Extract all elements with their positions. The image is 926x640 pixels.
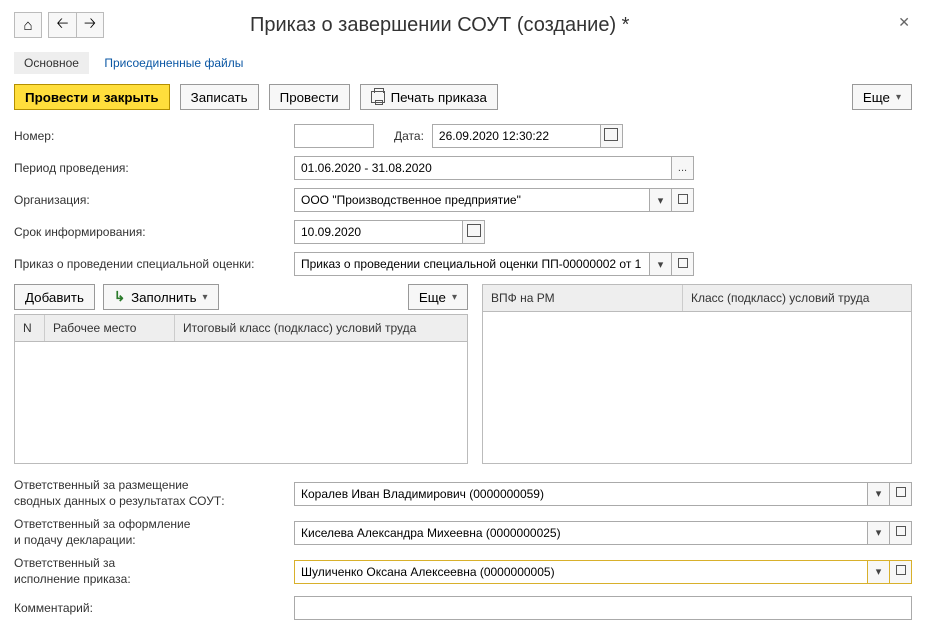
inform-deadline-input[interactable]: [294, 220, 463, 244]
post-button[interactable]: Провести: [269, 84, 350, 110]
open-icon: [678, 194, 688, 207]
resp-execution-dropdown-button[interactable]: [868, 560, 890, 584]
more-label: Еще: [863, 90, 890, 105]
resp-summary-dropdown-button[interactable]: [868, 482, 890, 506]
resp-summary-open-button[interactable]: [890, 482, 912, 506]
ellipsis-icon: ...: [678, 162, 687, 174]
fill-button[interactable]: ↳ Заполнить: [103, 284, 219, 310]
col-result-class-header[interactable]: Итоговый класс (подкласс) условий труда: [175, 315, 467, 341]
resp-execution-open-button[interactable]: [890, 560, 912, 584]
resp-summary-input[interactable]: [294, 482, 868, 506]
home-icon: ⌂: [23, 17, 32, 34]
resp-declaration-label: Ответственный за оформление и подачу дек…: [14, 517, 294, 548]
print-order-button[interactable]: Печать приказа: [360, 84, 498, 110]
inform-calendar-button[interactable]: [463, 220, 485, 244]
period-select-button[interactable]: ...: [672, 156, 694, 180]
arrow-left-icon: 🡠: [56, 13, 68, 38]
resp-execution-line2: исполнение приказа:: [14, 572, 131, 586]
close-button[interactable]: ✕: [898, 14, 910, 31]
home-button[interactable]: ⌂: [14, 12, 42, 38]
open-icon: [896, 526, 906, 539]
calendar-icon: [604, 128, 618, 144]
workplaces-table[interactable]: N Рабочее место Итоговый класс (подкласс…: [14, 314, 468, 464]
table-more-label: Еще: [419, 290, 446, 305]
resp-summary-line2: сводных данных о результатах СОУТ:: [14, 494, 225, 508]
resp-summary-label: Ответственный за размещение сводных данн…: [14, 478, 294, 509]
col-vpf-header[interactable]: ВПФ на РМ: [483, 285, 683, 311]
fill-label: Заполнить: [131, 290, 196, 305]
resp-execution-line1: Ответственный за: [14, 556, 115, 570]
number-input[interactable]: [294, 124, 374, 148]
window-title: Приказ о завершении СОУТ (создание) *: [250, 14, 629, 37]
organization-open-button[interactable]: [672, 188, 694, 212]
print-label: Печать приказа: [391, 90, 487, 105]
resp-declaration-open-button[interactable]: [890, 521, 912, 545]
number-label: Номер:: [14, 129, 294, 143]
assessment-order-label: Приказ о проведении специальной оценки:: [14, 257, 294, 271]
forward-button[interactable]: 🡢: [76, 12, 104, 38]
date-input[interactable]: [432, 124, 601, 148]
hazard-factors-table[interactable]: ВПФ на РМ Класс (подкласс) условий труда: [482, 284, 912, 464]
resp-execution-input[interactable]: [294, 560, 868, 584]
fill-arrow-icon: ↳: [114, 289, 125, 305]
more-button[interactable]: Еще: [852, 84, 912, 110]
printer-icon: [371, 91, 385, 103]
add-row-button[interactable]: Добавить: [14, 284, 95, 310]
period-label: Период проведения:: [14, 161, 294, 175]
col-workplace-header[interactable]: Рабочее место: [45, 315, 175, 341]
resp-declaration-dropdown-button[interactable]: [868, 521, 890, 545]
period-input[interactable]: [294, 156, 672, 180]
close-icon: ✕: [898, 14, 910, 30]
organization-input[interactable]: [294, 188, 650, 212]
open-icon: [678, 258, 688, 271]
table-more-button[interactable]: Еще: [408, 284, 468, 310]
open-icon: [896, 487, 906, 500]
resp-declaration-line2: и подачу декларации:: [14, 533, 136, 547]
comment-label: Комментарий:: [14, 601, 294, 615]
resp-summary-line1: Ответственный за размещение: [14, 478, 189, 492]
assessment-order-open-button[interactable]: [672, 252, 694, 276]
resp-execution-label: Ответственный за исполнение приказа:: [14, 556, 294, 587]
inform-deadline-label: Срок информирования:: [14, 225, 294, 239]
date-label: Дата:: [394, 129, 424, 143]
col-n-header[interactable]: N: [15, 315, 45, 341]
resp-declaration-input[interactable]: [294, 521, 868, 545]
comment-input[interactable]: [294, 596, 912, 620]
tab-main[interactable]: Основное: [14, 52, 89, 74]
organization-label: Организация:: [14, 193, 294, 207]
date-calendar-button[interactable]: [601, 124, 623, 148]
tab-attached-files[interactable]: Присоединенные файлы: [104, 56, 243, 70]
calendar-icon: [467, 224, 481, 240]
col-conditions-class-header[interactable]: Класс (подкласс) условий труда: [683, 285, 911, 311]
post-and-close-button[interactable]: Провести и закрыть: [14, 84, 170, 110]
hazard-factors-table-body: [483, 312, 911, 462]
arrow-right-icon: 🡢: [84, 13, 96, 38]
save-button[interactable]: Записать: [180, 84, 259, 110]
workplaces-table-body: [15, 342, 467, 462]
assessment-order-dropdown-button[interactable]: [650, 252, 672, 276]
organization-dropdown-button[interactable]: [650, 188, 672, 212]
back-button[interactable]: 🡠: [48, 12, 76, 38]
resp-declaration-line1: Ответственный за оформление: [14, 517, 190, 531]
assessment-order-input[interactable]: [294, 252, 650, 276]
open-icon: [896, 565, 906, 578]
